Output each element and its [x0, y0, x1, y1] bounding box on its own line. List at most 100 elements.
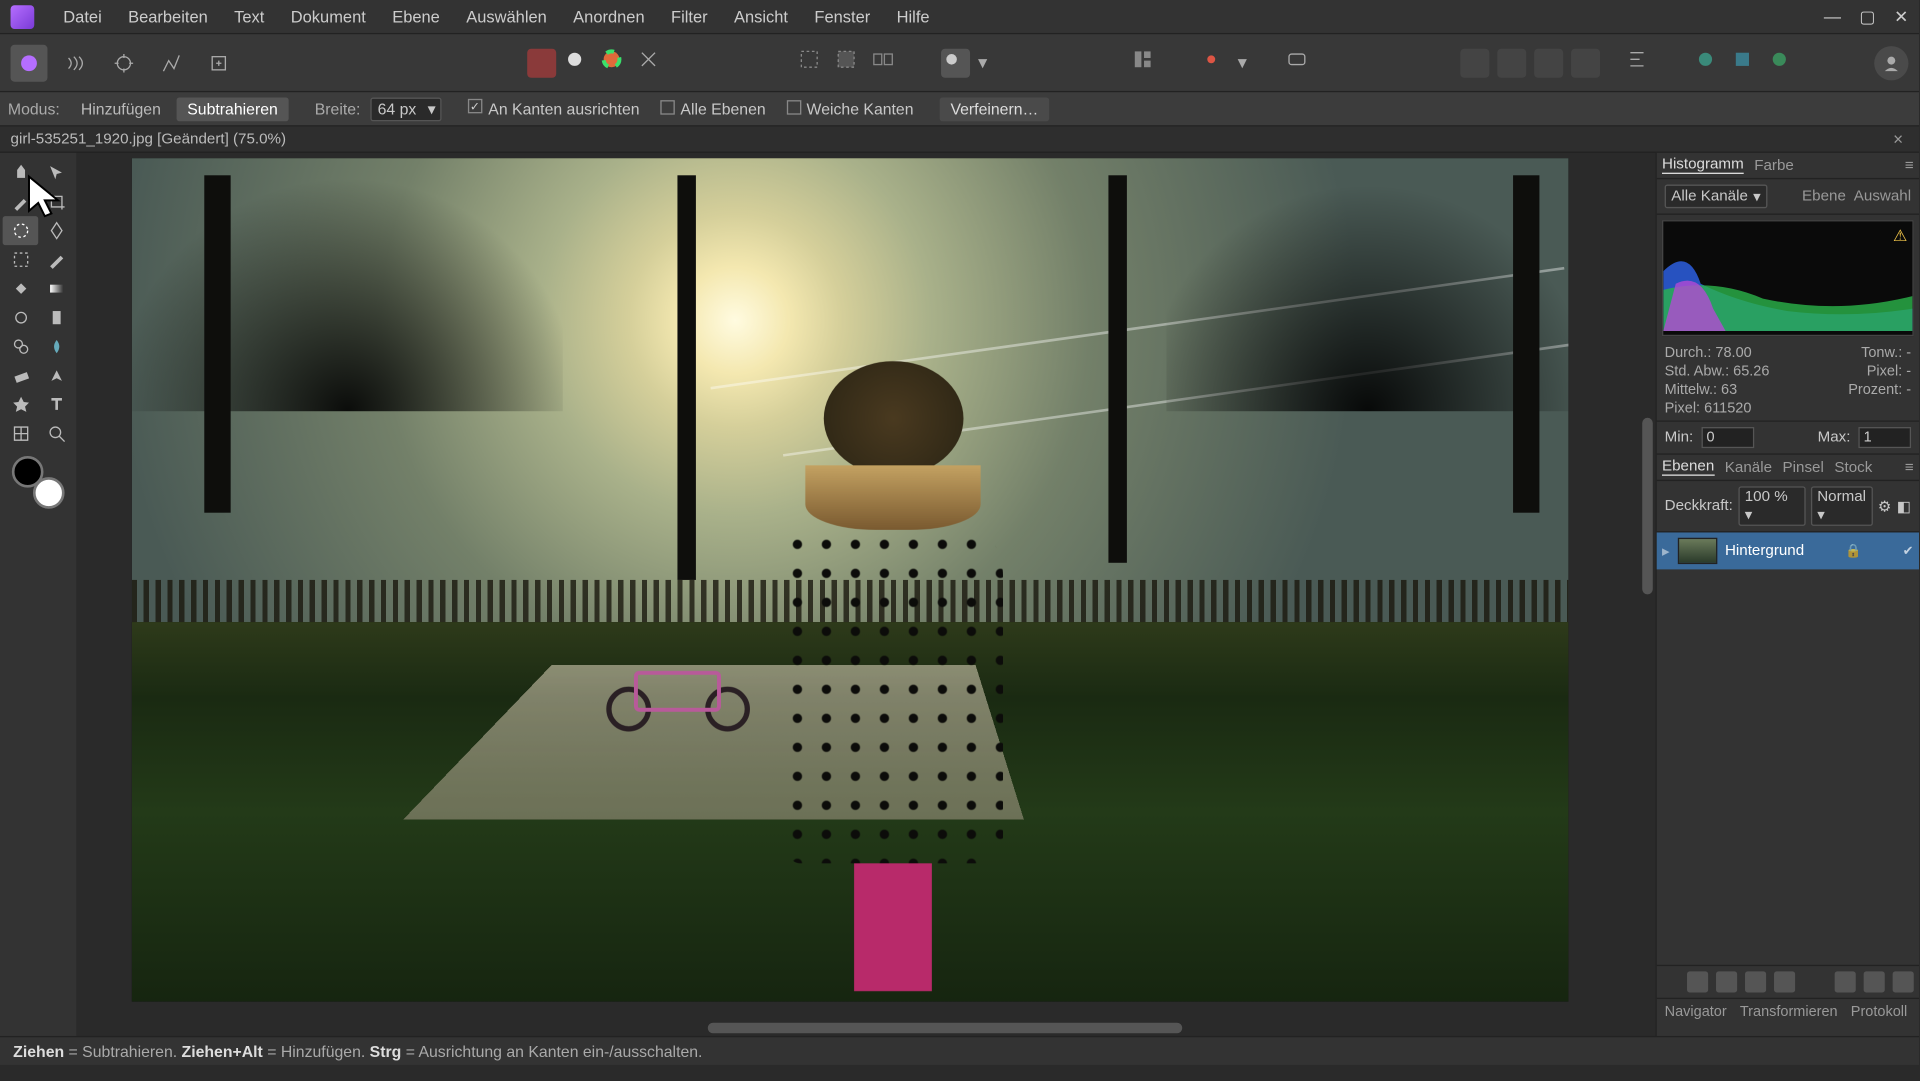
toolbar-box1-icon[interactable] — [1460, 48, 1489, 77]
mode-add-button[interactable]: Hinzufügen — [70, 97, 171, 121]
persona-develop-icon[interactable] — [105, 44, 142, 81]
document-canvas[interactable] — [132, 158, 1569, 1002]
tool-blur-icon[interactable] — [38, 332, 74, 361]
hist-source-selection[interactable]: Auswahl — [1854, 188, 1911, 204]
menu-ebene[interactable]: Ebene — [379, 7, 453, 25]
width-field[interactable]: 64 px▾ — [371, 97, 442, 121]
tab-history[interactable]: Protokoll — [1851, 1004, 1907, 1020]
toolbar-selection2-icon[interactable] — [836, 48, 865, 77]
tool-clone-icon[interactable] — [3, 332, 39, 361]
tab-transform[interactable]: Transformieren — [1740, 1004, 1838, 1020]
tool-mesh-icon[interactable] — [3, 419, 39, 448]
toolbar-arrange-icon[interactable] — [1132, 48, 1161, 77]
tool-burn-icon[interactable] — [38, 303, 74, 332]
toolbar-box4-icon[interactable] — [1571, 48, 1600, 77]
channel-dropdown[interactable]: Alle Kanäle ▾ — [1665, 185, 1768, 209]
blendmode-dropdown[interactable]: Normal ▾ — [1811, 486, 1873, 526]
tool-pen-icon[interactable] — [38, 361, 74, 390]
layer-crop-icon[interactable] — [1774, 971, 1795, 992]
canvas-scroll-horizontal[interactable] — [708, 1023, 1182, 1034]
layer-row[interactable]: ▸ Hintergrund 🔒 ✔ — [1657, 532, 1919, 569]
menu-ansicht[interactable]: Ansicht — [721, 7, 801, 25]
window-maximize-icon[interactable]: ▢ — [1859, 6, 1875, 27]
toolbar-autolevels-icon[interactable] — [638, 48, 667, 77]
tool-paint-icon[interactable] — [38, 245, 74, 274]
all-layers-checkbox[interactable]: Alle Ebenen — [661, 100, 766, 118]
toolbar-selection1-icon[interactable] — [799, 48, 828, 77]
tool-zoom-icon[interactable] — [38, 419, 74, 448]
toolbar-selection3-icon[interactable] — [873, 48, 902, 77]
tool-move-icon[interactable] — [38, 158, 74, 187]
tool-selection-brush-icon[interactable] — [3, 216, 39, 245]
layer-settings-icon[interactable]: ⚙ — [1878, 497, 1892, 515]
canvas-viewport[interactable] — [76, 153, 1655, 1036]
tab-channels[interactable]: Kanäle — [1725, 459, 1772, 475]
histogram-panel-menu-icon[interactable]: ≡ — [1905, 158, 1914, 174]
layer-group-icon[interactable] — [1835, 971, 1856, 992]
mode-subtract-button[interactable]: Subtrahieren — [177, 97, 289, 121]
window-minimize-icon[interactable]: — — [1824, 6, 1841, 27]
toolbar-stock2-icon[interactable] — [1732, 48, 1761, 77]
tool-flood-select-icon[interactable] — [38, 216, 74, 245]
toolbar-box3-icon[interactable] — [1534, 48, 1563, 77]
toolbar-stock3-icon[interactable] — [1769, 48, 1798, 77]
layer-add-icon[interactable] — [1864, 971, 1885, 992]
menu-dokument[interactable]: Dokument — [278, 7, 379, 25]
hist-min-input[interactable] — [1701, 427, 1754, 448]
tool-crop-icon[interactable] — [38, 187, 74, 216]
tool-gradient-icon[interactable] — [38, 274, 74, 303]
tool-erase-icon[interactable] — [3, 361, 39, 390]
toolbar-autowhite-icon[interactable] — [564, 48, 593, 77]
tab-histogram[interactable]: Histogramm — [1662, 157, 1744, 174]
menu-text[interactable]: Text — [221, 7, 278, 25]
layer-expand-icon[interactable]: ▸ — [1662, 542, 1670, 560]
tab-stock[interactable]: Stock — [1834, 459, 1872, 475]
menu-filter[interactable]: Filter — [658, 7, 721, 25]
tool-marquee-icon[interactable] — [3, 245, 39, 274]
menu-anordnen[interactable]: Anordnen — [560, 7, 658, 25]
layer-fx2-icon[interactable] — [1745, 971, 1766, 992]
menu-auswaehlen[interactable]: Auswählen — [453, 7, 560, 25]
menu-fenster[interactable]: Fenster — [801, 7, 883, 25]
toolbar-quickmask-icon[interactable] — [941, 48, 970, 77]
layer-adjust-icon[interactable] — [1716, 971, 1737, 992]
tool-shape-icon[interactable] — [3, 390, 39, 419]
width-dropdown-icon[interactable]: ▾ — [428, 100, 436, 118]
menu-bearbeiten[interactable]: Bearbeiten — [115, 7, 221, 25]
tab-color[interactable]: Farbe — [1754, 158, 1794, 174]
toolbar-autocontrast-icon[interactable] — [527, 48, 556, 77]
tool-view-icon[interactable] — [3, 158, 39, 187]
hist-source-layer[interactable]: Ebene — [1802, 188, 1846, 204]
tool-dodge-icon[interactable] — [3, 303, 39, 332]
hist-max-input[interactable] — [1858, 427, 1911, 448]
persona-tonemap-icon[interactable] — [153, 44, 190, 81]
toolbar-align-icon[interactable] — [1626, 48, 1655, 77]
toolbar-snap-dropdown-icon[interactable]: ▾ — [1238, 51, 1247, 73]
toolbar-assistant-icon[interactable] — [1286, 48, 1315, 77]
tool-text-icon[interactable] — [38, 390, 74, 419]
toolbar-snap-icon[interactable] — [1201, 48, 1230, 77]
refine-button[interactable]: Verfeinern… — [940, 97, 1049, 121]
tool-fill-icon[interactable] — [3, 274, 39, 303]
layer-delete-icon[interactable] — [1893, 971, 1914, 992]
layer-fx-icon[interactable]: ◧ — [1897, 497, 1911, 515]
persona-liquify-icon[interactable] — [58, 44, 95, 81]
color-swatch[interactable] — [12, 456, 65, 509]
account-avatar-icon[interactable] — [1874, 45, 1908, 79]
toolbar-box2-icon[interactable] — [1497, 48, 1526, 77]
persona-photo-icon[interactable] — [11, 44, 48, 81]
layers-panel-menu-icon[interactable]: ≡ — [1905, 459, 1914, 475]
toolbar-quickmask-dropdown-icon[interactable]: ▾ — [978, 51, 987, 73]
toolbar-autocolor-icon[interactable] — [601, 48, 630, 77]
window-close-icon[interactable]: ✕ — [1894, 6, 1908, 27]
tab-brushes[interactable]: Pinsel — [1783, 459, 1824, 475]
tab-layers[interactable]: Ebenen — [1662, 459, 1714, 476]
opacity-field[interactable]: 100 % ▾ — [1738, 486, 1805, 526]
document-tab[interactable]: girl-535251_1920.jpg [Geändert] (75.0%) — [11, 131, 287, 147]
tool-colorpicker-icon[interactable] — [3, 187, 39, 216]
layer-mask-icon[interactable] — [1687, 971, 1708, 992]
document-tab-close-icon[interactable]: × — [1888, 129, 1909, 149]
snap-edges-checkbox[interactable]: An Kanten ausrichten — [469, 99, 640, 119]
layer-lock-icon[interactable]: 🔒 — [1845, 544, 1861, 558]
menu-hilfe[interactable]: Hilfe — [883, 7, 942, 25]
